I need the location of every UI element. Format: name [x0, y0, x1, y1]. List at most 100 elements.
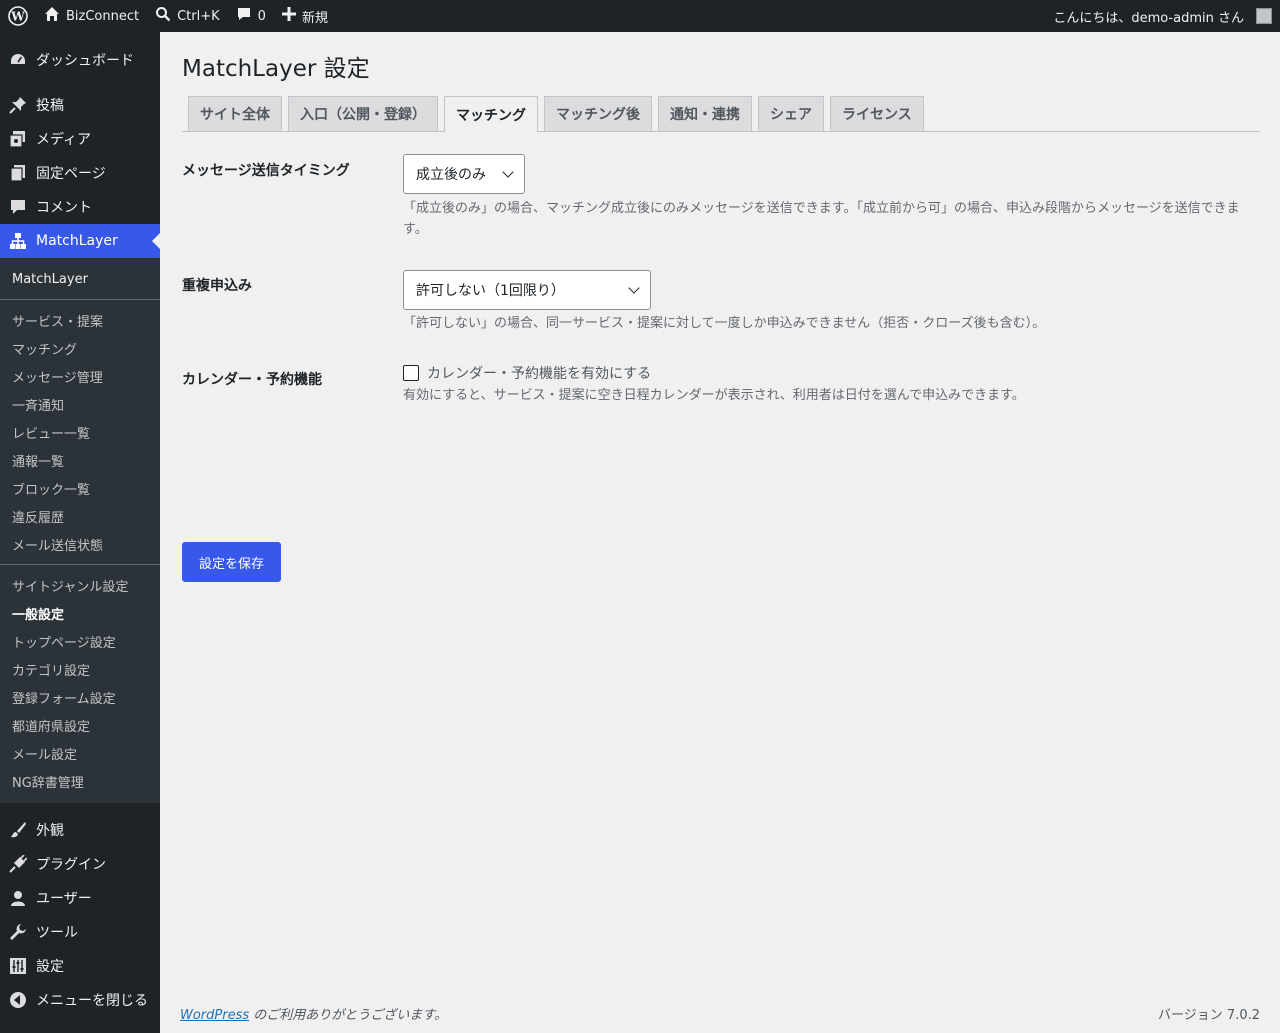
comments-count: 0 — [257, 8, 266, 24]
tab-license[interactable]: ライセンス — [830, 96, 924, 131]
menu-comments[interactable]: コメント — [0, 190, 160, 224]
collapse-menu-button[interactable]: メニューを閉じる — [0, 983, 160, 1017]
tab-entry[interactable]: 入口（公開・登録） — [288, 96, 438, 131]
wrench-icon — [8, 922, 28, 942]
calendar-checkbox-label: カレンダー・予約機能を有効にする — [427, 366, 652, 382]
tab-notifications[interactable]: 通知・連携 — [658, 96, 752, 131]
tab-share[interactable]: シェア — [758, 96, 824, 131]
page-title: MatchLayer 設定 — [182, 56, 370, 82]
footer-thanks-text: のご利用ありがとうございます。 — [249, 1008, 447, 1023]
menu-tools[interactable]: ツール — [0, 915, 160, 949]
menu-tools-label: ツール — [36, 925, 78, 941]
menu-appearance[interactable]: 外観 — [0, 813, 160, 847]
menu-plugins-label: プラグイン — [36, 857, 106, 873]
new-content-button[interactable]: 新規 — [274, 0, 336, 32]
submenu-general-settings[interactable]: 一般設定 — [0, 599, 160, 627]
collapse-menu-label: メニューを閉じる — [36, 993, 148, 1009]
duplicate-select[interactable]: 許可しない（1回限り） — [403, 270, 651, 310]
submenu-services[interactable]: サービス・提案 — [0, 306, 160, 334]
save-settings-button[interactable]: 設定を保存 — [182, 542, 281, 582]
calendar-checkbox[interactable] — [403, 365, 419, 381]
menu-matchlayer-label: MatchLayer — [36, 233, 118, 249]
main-content: MatchLayer 設定 サイト全体 入口（公開・登録） マッチング マッチン… — [182, 32, 1260, 612]
duplicate-label: 重複申込み — [182, 278, 252, 294]
submenu-reports[interactable]: 通報一覧 — [0, 446, 160, 474]
submenu-matchlayer[interactable]: MatchLayer — [0, 265, 160, 293]
new-label: 新規 — [301, 10, 328, 26]
pages-icon — [8, 163, 28, 183]
menu-media[interactable]: メディア — [0, 122, 160, 156]
comments-link[interactable]: 0 — [228, 0, 274, 32]
submenu-mail-status[interactable]: メール送信状態 — [0, 530, 160, 558]
menu-pages-label: 固定ページ — [36, 166, 106, 182]
menu-plugins[interactable]: プラグイン — [0, 847, 160, 881]
duplicate-description: 「許可しない」の場合、同一サービス・提案に対して一度しか申込みできません（拒否・… — [403, 316, 1046, 331]
menu-dashboard[interactable]: ダッシュボード — [0, 43, 160, 77]
site-name: BizConnect — [66, 8, 140, 24]
command-palette-button[interactable]: Ctrl+K — [147, 0, 228, 32]
site-name-link[interactable]: BizConnect — [36, 0, 147, 32]
settings-sliders-icon — [8, 956, 28, 976]
menu-settings-label: 設定 — [36, 959, 64, 975]
menu-posts[interactable]: 投稿 — [0, 88, 160, 122]
greeting: こんにちは、demo-admin さん — [1053, 10, 1244, 26]
my-account-menu[interactable]: こんにちは、demo-admin さん — [1045, 0, 1280, 32]
submenu-divider — [0, 299, 160, 300]
menu-pages[interactable]: 固定ページ — [0, 156, 160, 190]
search-shortcut: Ctrl+K — [177, 8, 220, 24]
network-icon — [8, 231, 28, 251]
media-icon — [8, 129, 28, 149]
duplicate-value: 許可しない（1回限り） — [416, 283, 565, 299]
menu-dashboard-label: ダッシュボード — [36, 53, 134, 69]
chevron-down-icon — [502, 166, 514, 178]
tab-after-matching[interactable]: マッチング後 — [544, 96, 652, 131]
tab-matching[interactable]: マッチング — [444, 96, 538, 132]
menu-appearance-label: 外観 — [36, 823, 64, 839]
comments-icon — [8, 197, 28, 217]
menu-settings[interactable]: 設定 — [0, 949, 160, 983]
menu-users-label: ユーザー — [36, 891, 92, 907]
submenu-reviews[interactable]: レビュー一覧 — [0, 418, 160, 446]
message-timing-select[interactable]: 成立後のみ — [403, 154, 525, 194]
menu-posts-label: 投稿 — [36, 98, 64, 114]
calendar-label: カレンダー・予約機能 — [182, 372, 322, 388]
settings-tabs: サイト全体 入口（公開・登録） マッチング マッチング後 通知・連携 シェア ラ… — [182, 96, 1260, 132]
message-timing-field: 成立後のみ 「成立後のみ」の場合、マッチング成立後にのみメッセージを送信できます… — [403, 154, 1259, 240]
submenu-site-genre[interactable]: サイトジャンル設定 — [0, 571, 160, 599]
footer: WordPress のご利用ありがとうございます。 バージョン 7.0.2 — [180, 1004, 1260, 1023]
wordpress-logo-icon[interactable]: W — [0, 0, 36, 32]
submenu-prefectures[interactable]: 都道府県設定 — [0, 711, 160, 739]
submenu-broadcast[interactable]: 一斉通知 — [0, 390, 160, 418]
chevron-down-icon — [628, 282, 640, 294]
submenu-blocks[interactable]: ブロック一覧 — [0, 474, 160, 502]
calendar-description: 有効にすると、サービス・提案に空き日程カレンダーが表示され、利用者は日付を選んで… — [403, 388, 1025, 403]
dashboard-icon — [8, 50, 28, 70]
menu-media-label: メディア — [36, 132, 92, 148]
message-timing-label: メッセージ送信タイミング — [182, 163, 350, 179]
wordpress-link[interactable]: WordPress — [180, 1008, 249, 1023]
comment-bubble-icon — [236, 6, 252, 26]
tab-site-wide[interactable]: サイト全体 — [188, 96, 282, 131]
submenu-matching[interactable]: マッチング — [0, 334, 160, 362]
message-timing-description: 「成立後のみ」の場合、マッチング成立後にのみメッセージを送信できます。「成立前か… — [403, 201, 1240, 237]
message-timing-value: 成立後のみ — [416, 167, 486, 183]
form-table: メッセージ送信タイミング 成立後のみ 「成立後のみ」の場合、マッチング成立後にの… — [182, 132, 1260, 612]
plugin-icon — [8, 854, 28, 874]
menu-users[interactable]: ユーザー — [0, 881, 160, 915]
submenu-categories[interactable]: カテゴリ設定 — [0, 655, 160, 683]
footer-version: バージョン 7.0.2 — [1158, 1008, 1260, 1023]
menu-matchlayer[interactable]: MatchLayer — [0, 224, 160, 258]
admin-bar: W BizConnect Ctrl+K 0 新規 こんにちは、demo-admi… — [0, 0, 1280, 32]
submenu-mail-settings[interactable]: メール設定 — [0, 739, 160, 767]
submenu-violations[interactable]: 違反履歴 — [0, 502, 160, 530]
submenu-registration-form[interactable]: 登録フォーム設定 — [0, 683, 160, 711]
calendar-checkbox-row[interactable]: カレンダー・予約機能を有効にする — [403, 363, 1259, 383]
submenu-top-page[interactable]: トップページ設定 — [0, 627, 160, 655]
submenu-ng-dictionary[interactable]: NG辞書管理 — [0, 767, 160, 795]
duplicate-field: 許可しない（1回限り） 「許可しない」の場合、同一サービス・提案に対して一度しか… — [403, 270, 1259, 334]
paintbrush-icon — [8, 820, 28, 840]
home-icon — [44, 6, 60, 26]
submenu-messages[interactable]: メッセージ管理 — [0, 362, 160, 390]
pushpin-icon — [8, 95, 28, 115]
footer-thanks: WordPress のご利用ありがとうございます。 — [180, 1004, 447, 1023]
